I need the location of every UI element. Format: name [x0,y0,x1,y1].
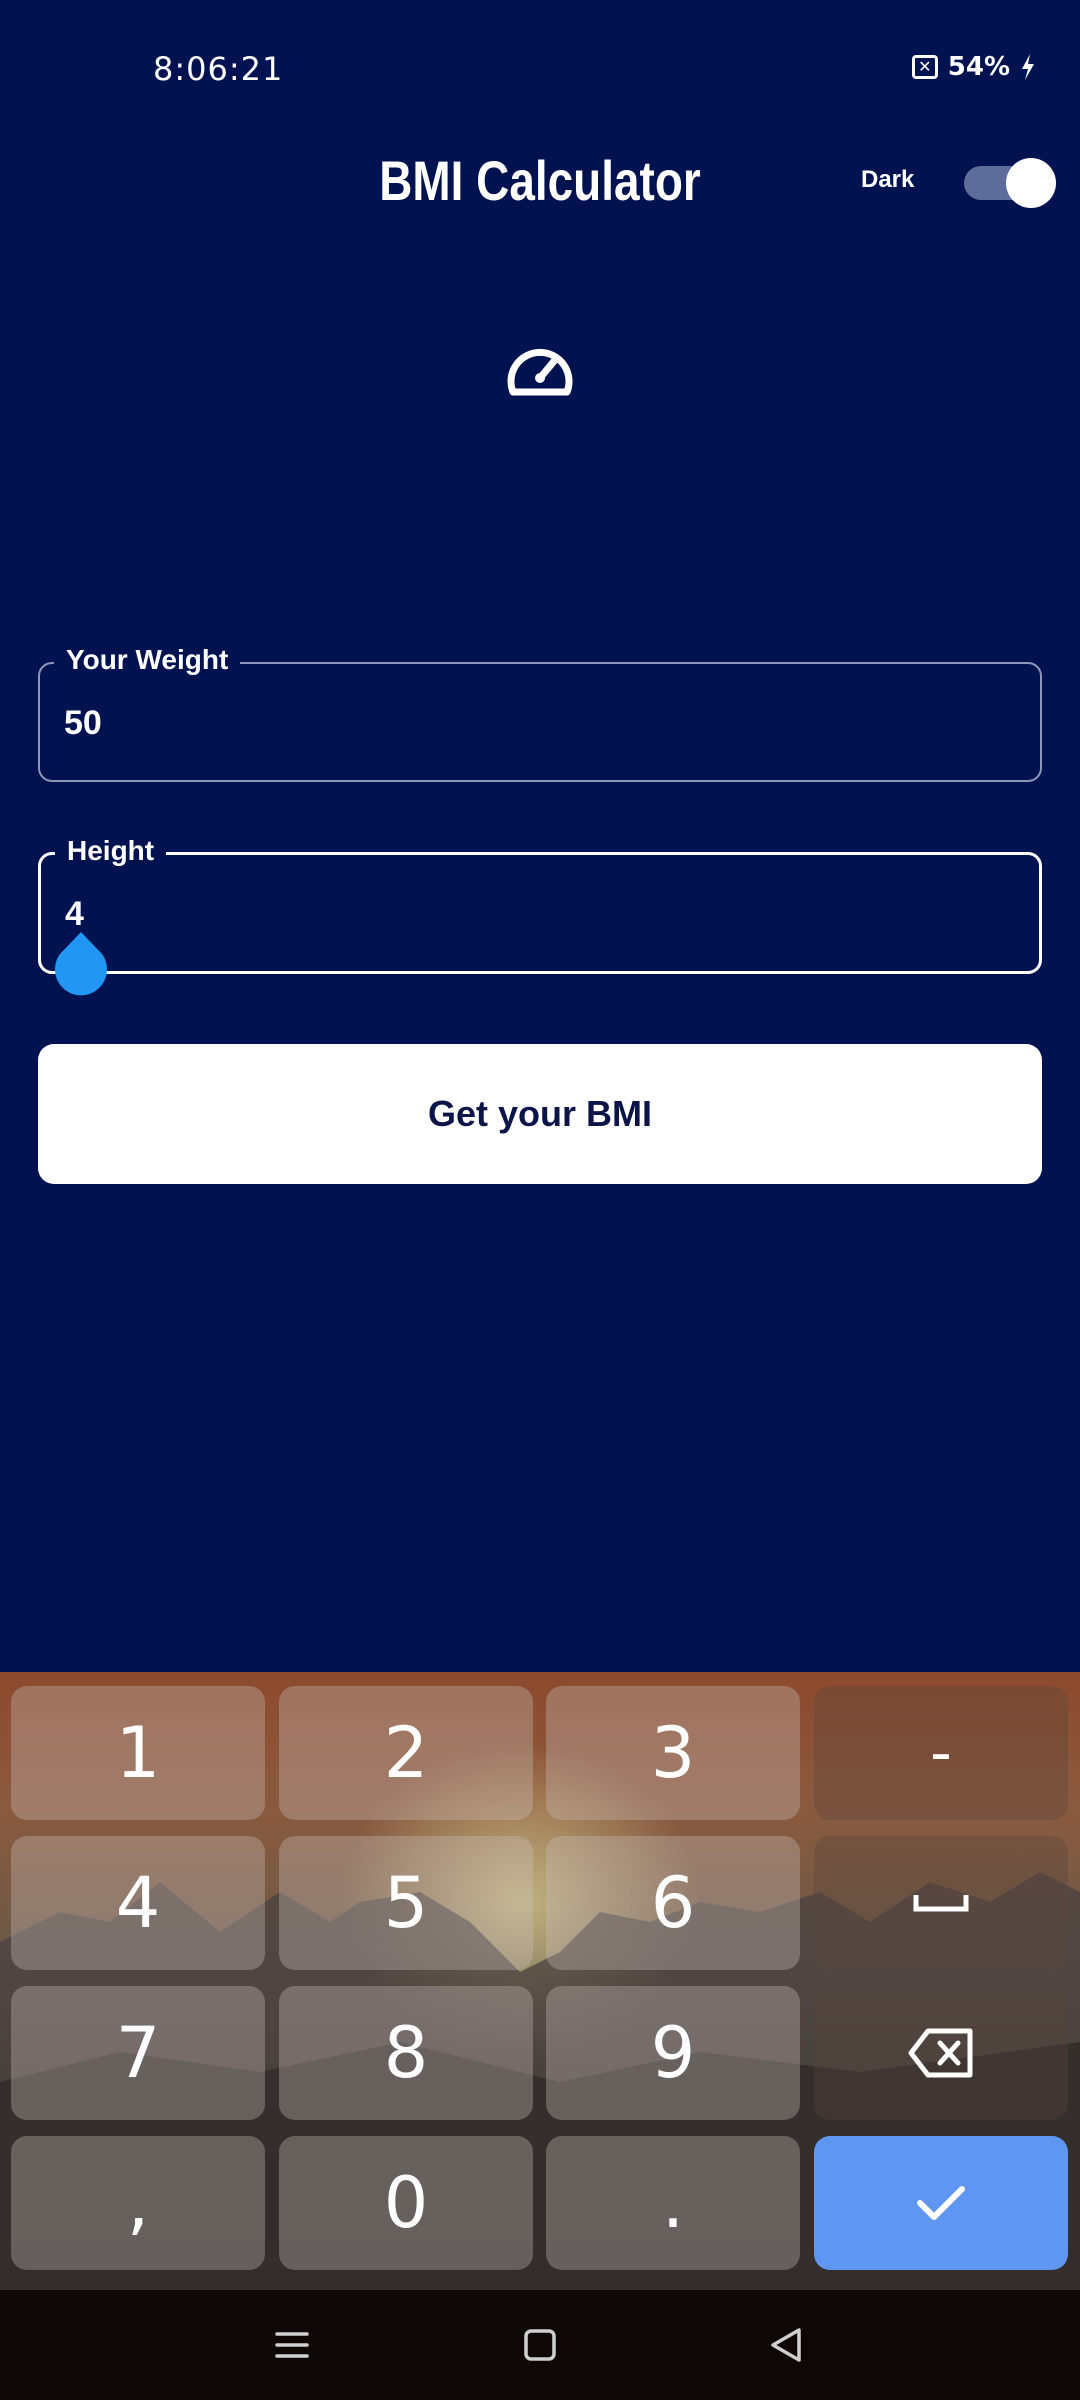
charging-icon [1022,54,1034,80]
status-bar: 8:06:21 ✕ 54% [0,0,1080,140]
key-9[interactable]: 9 [546,1986,800,2120]
weight-value: 50 [64,704,102,742]
get-bmi-button[interactable]: Get your BMI [38,1044,1042,1184]
key-8[interactable]: 8 [279,1986,533,2120]
checkmark-icon [917,2186,965,2220]
key-done[interactable] [814,2136,1068,2270]
toggle-knob [1006,158,1056,208]
key-7[interactable]: 7 [11,1986,265,2120]
back-icon[interactable] [763,2320,813,2370]
key-comma[interactable]: , [11,2136,265,2270]
height-field[interactable]: Height 4 [38,835,1042,974]
status-indicators: ✕ 54% [911,52,1036,82]
weight-field[interactable]: Your Weight 50 [38,644,1042,782]
menu-icon[interactable] [267,2320,317,2370]
battery-percent: 54% [947,52,1010,82]
key-3[interactable]: 3 [546,1686,800,1820]
dark-mode-toggle[interactable] [960,158,1056,208]
weight-label: Your Weight [54,644,241,676]
key-4[interactable]: 4 [11,1836,265,1970]
key-space[interactable] [814,1836,1068,1970]
key-0[interactable]: 0 [279,2136,533,2270]
speedometer-icon [507,348,573,396]
key-2[interactable]: 2 [279,1686,533,1820]
backspace-icon [908,2028,973,2078]
home-icon[interactable] [515,2320,565,2370]
status-time: 8:06:21 [153,50,284,88]
system-nav-bar [0,2290,1080,2400]
key-1[interactable]: 1 [11,1686,265,1820]
key-period[interactable]: . [546,2136,800,2270]
key-minus[interactable]: - [814,1686,1068,1820]
theme-label: Dark [861,166,915,193]
height-value: 4 [65,895,84,933]
key-backspace[interactable] [814,1986,1068,2120]
page-title: BMI Calculator [379,149,701,212]
key-6[interactable]: 6 [546,1836,800,1970]
numeric-keyboard: 1 2 3 - 4 5 6 7 8 9 , 0 . [0,1672,1080,2290]
key-5[interactable]: 5 [279,1836,533,1970]
no-sim-icon: ✕ [911,55,938,79]
text-cursor-handle[interactable] [52,932,110,998]
space-bar-icon [913,1895,969,1912]
height-label: Height [55,835,167,867]
